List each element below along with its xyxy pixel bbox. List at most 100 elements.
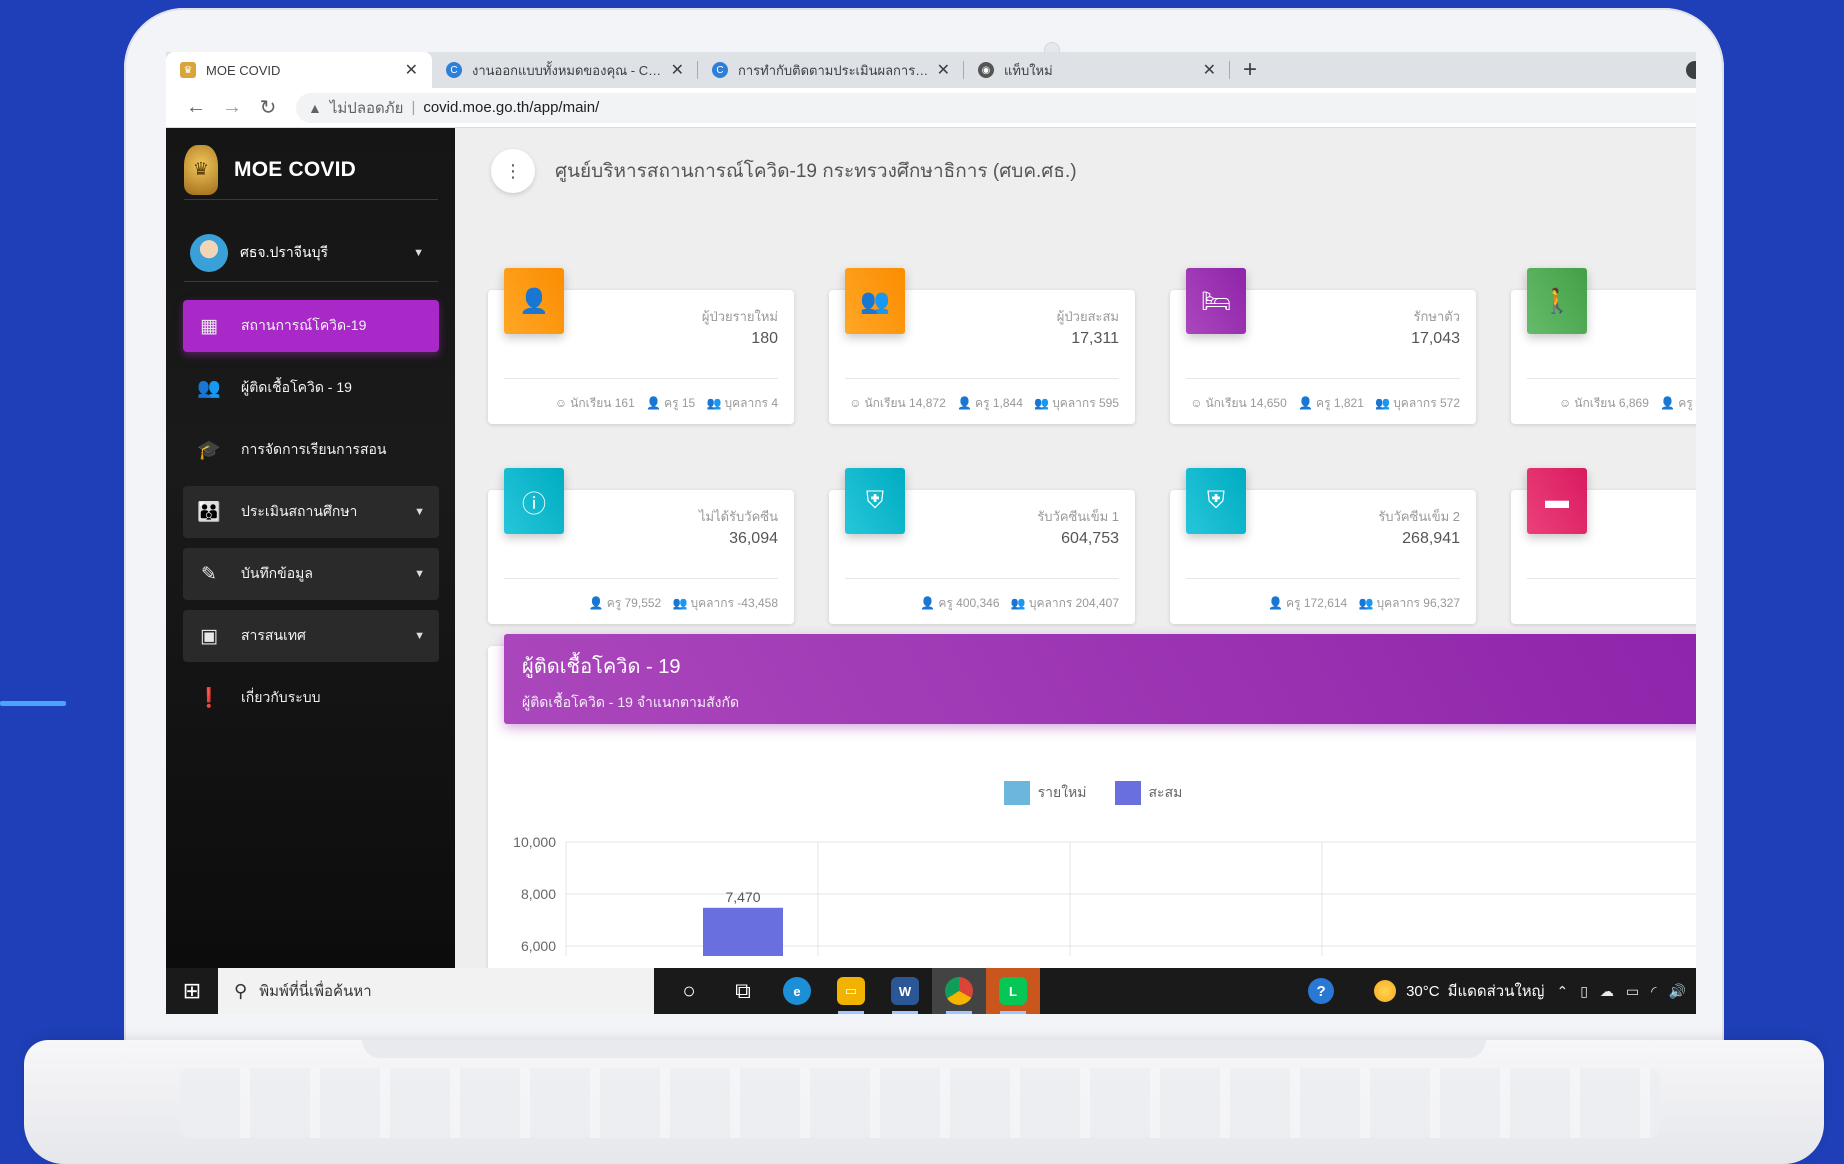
footer-teachers: ครู 172,614 xyxy=(1286,596,1348,610)
legend-item-new[interactable]: รายใหม่ xyxy=(1003,781,1087,805)
chrome-icon[interactable] xyxy=(932,968,986,1014)
card-label: ผู้ป่วยสะสม xyxy=(1056,309,1119,324)
browser-tab-moe-covid[interactable]: ♛ MOE COVID ✕ xyxy=(166,52,432,88)
moe-logo-icon: ♛ xyxy=(184,144,218,195)
card-footer: 👤 ครู 79,552 👥 บุคลากร -43,458 xyxy=(581,594,778,613)
footer-staff: บุคลากร 204,407 xyxy=(1028,596,1119,610)
sidebar-item-infected[interactable]: 👥 ผู้ติดเชื้อโควิด - 19 xyxy=(183,362,439,414)
bar-chart: 10,000 8,000 6,000 7,470 xyxy=(513,834,1696,956)
footer-teachers: ครู 79,552 xyxy=(606,596,662,610)
footer-staff: บุคลากร 4 xyxy=(724,396,778,410)
staff-icon: 👥 xyxy=(706,396,722,410)
browser-tabstrip: ♛ MOE COVID ✕ C งานออกแบบทั้งหมดของคุณ -… xyxy=(166,52,1696,88)
user-menu[interactable]: ศธจ.ปราจีนบุรี ▼ xyxy=(184,224,438,282)
cloud-icon[interactable]: ☁ xyxy=(1600,983,1614,1000)
topbar: ⋮ ศูนย์บริหารสถานการณ์โควิด-19 กระทรวงศึ… xyxy=(491,148,1077,194)
people-icon: 👥 xyxy=(197,378,221,399)
search-icon: ⚲ xyxy=(234,980,248,1001)
sidebar-item-label: สารสนเทศ xyxy=(241,627,306,643)
person-icon: 👤 xyxy=(646,396,662,410)
close-icon[interactable]: ✕ xyxy=(405,60,418,80)
chart-subtitle: ผู้ติดเชื้อโควิด - 19 จำแนกตามสังกัด xyxy=(522,694,740,710)
card-value: 604,753 xyxy=(1061,530,1119,547)
staff-icon: 👥 xyxy=(1034,396,1050,410)
close-icon[interactable]: ✕ xyxy=(671,60,684,80)
card-label: ผู้ป่วยรายใหม่ xyxy=(701,309,778,324)
footer-students: นักเรียน 161 xyxy=(570,396,635,410)
forward-icon[interactable]: → xyxy=(214,96,250,119)
more-vert-button[interactable]: ⋮ xyxy=(491,149,535,193)
cortana-icon[interactable]: ○ xyxy=(662,968,716,1014)
canva-icon: C xyxy=(712,62,728,78)
tab-title: แท็บใหม่ xyxy=(1004,62,1053,78)
card-value: 36,094 xyxy=(729,530,778,547)
browser-tab-new[interactable]: ◉ แท็บใหม่ ✕ xyxy=(964,52,1230,88)
sidebar-item-school-assessment[interactable]: 👪 ประเมินสถานศึกษา ▼ xyxy=(183,486,439,538)
dashboard-icon: ▦ xyxy=(200,315,218,337)
card-label: รับวัคซีนเข็ม 2 xyxy=(1378,509,1460,524)
profile-icon[interactable] xyxy=(1686,61,1696,79)
line-icon[interactable]: L xyxy=(986,968,1040,1014)
info-shield-icon: ⓘ xyxy=(504,468,564,534)
y-tick-label: 10,000 xyxy=(513,834,556,850)
sidebar-item-label: บันทึกข้อมูล xyxy=(241,565,313,581)
device-icon[interactable]: ▯ xyxy=(1580,983,1588,1000)
footer-students: นักเรียน 14,650 xyxy=(1205,396,1287,410)
task-view-icon[interactable]: ⧉ xyxy=(716,968,770,1014)
pencil-icon: ✎ xyxy=(201,563,217,585)
footer-students: นักเรียน 6,869 xyxy=(1574,396,1649,410)
footer-teachers: ครู 400,346 xyxy=(938,596,1000,610)
windows-start-icon[interactable]: ⊞ xyxy=(166,968,218,1014)
staff-icon: 👥 xyxy=(672,596,688,610)
shield-icon: ⛨ xyxy=(845,468,905,534)
sidebar-item-about[interactable]: ❗ เกี่ยวกับระบบ xyxy=(183,672,439,724)
footer-students: นักเรียน 14,872 xyxy=(864,396,946,410)
weather-description: มีแดดส่วนใหญ่ xyxy=(1447,983,1545,1000)
browser-tab-canva[interactable]: C งานออกแบบทั้งหมดของคุณ - Canva ✕ xyxy=(432,52,698,88)
chevron-up-icon[interactable]: ⌃ xyxy=(1556,983,1568,1000)
staff-icon: 👥 xyxy=(1010,596,1026,610)
new-tab-button[interactable]: + xyxy=(1230,52,1270,88)
stat-card-vaccine-dose-1: ⛨ รับวัคซีนเข็ม 1 604,753 👤 ครู 400,346 👥… xyxy=(829,468,1135,624)
reload-icon[interactable]: ↻ xyxy=(250,95,286,120)
chart-header: ผู้ติดเชื้อโควิด - 19 ผู้ติดเชื้อโควิด -… xyxy=(504,634,1696,724)
y-tick-label: 6,000 xyxy=(521,938,556,954)
sidebar-item-label: การจัดการเรียนการสอน xyxy=(241,441,387,457)
y-axis-ticks: 10,000 8,000 6,000 xyxy=(513,834,556,954)
shield-icon: ⛨ xyxy=(1186,468,1246,534)
sidebar-item-information[interactable]: ▣ สารสนเทศ ▼ xyxy=(183,610,439,662)
wifi-icon[interactable]: ◜ xyxy=(1651,983,1656,1000)
legend-item-cumulative[interactable]: สะสม xyxy=(1114,781,1182,805)
tab-title: การทำกับติดตามประเมินผลการจัดการ xyxy=(738,62,929,78)
footer-staff: บุคลากร -43,458 xyxy=(690,596,778,610)
card-divider xyxy=(1527,378,1696,379)
brand[interactable]: ♛ MOE COVID xyxy=(184,144,438,200)
file-explorer-icon[interactable]: ▭ xyxy=(824,968,878,1014)
close-icon[interactable]: ✕ xyxy=(937,60,950,80)
page-title: ศูนย์บริหารสถานการณ์โควิด-19 กระทรวงศึกษ… xyxy=(555,161,1077,182)
main-content: ⋮ ศูนย์บริหารสถานการณ์โควิด-19 กระทรวงศึ… xyxy=(455,128,1696,1006)
taskbar-search[interactable]: ⚲ พิมพ์ที่นี่เพื่อค้นหา xyxy=(218,968,654,1014)
browser-addressbar: ← → ↻ ▲ ไม่ปลอดภัย | covid.moe.go.th/app… xyxy=(166,88,1696,128)
tab-title: MOE COVID xyxy=(206,62,281,78)
volume-icon[interactable]: 🔊 xyxy=(1669,983,1686,1000)
help-icon[interactable]: ? xyxy=(1308,978,1335,1004)
close-icon[interactable]: ✕ xyxy=(1203,60,1216,80)
back-icon[interactable]: ← xyxy=(178,96,214,119)
edge-icon[interactable]: e xyxy=(770,968,824,1014)
sidebar-item-covid-situation[interactable]: ▦ สถานการณ์โควิด-19 xyxy=(183,300,439,352)
battery-icon[interactable]: ▭ xyxy=(1626,983,1639,1000)
family-icon: 👪 xyxy=(197,502,221,523)
card-label: รับวัคซีนเข็ม 1 xyxy=(1037,509,1119,524)
word-icon[interactable]: W xyxy=(878,968,932,1014)
stat-card-new-patients: 👤 ผู้ป่วยรายใหม่ 180 ☺ นักเรียน 161 👤 ครู … xyxy=(488,268,794,424)
sidebar-item-teaching[interactable]: 🎓 การจัดการเรียนการสอน xyxy=(183,424,439,476)
chart-legend: รายใหม่ สะสม xyxy=(488,781,1696,805)
face-icon: ☺ xyxy=(1559,396,1572,410)
laptop-keyboard xyxy=(180,1068,1660,1138)
browser-tab-canva-2[interactable]: C การทำกับติดตามประเมินผลการจัดการ ✕ xyxy=(698,52,964,88)
sidebar-item-record-data[interactable]: ✎ บันทึกข้อมูล ▼ xyxy=(183,548,439,600)
taskbar-search-placeholder: พิมพ์ที่นี่เพื่อค้นหา xyxy=(259,983,372,1000)
url-bar[interactable]: ▲ ไม่ปลอดภัย | covid.moe.go.th/app/main/ xyxy=(296,92,1696,123)
calculator-icon: ▣ xyxy=(200,625,218,647)
